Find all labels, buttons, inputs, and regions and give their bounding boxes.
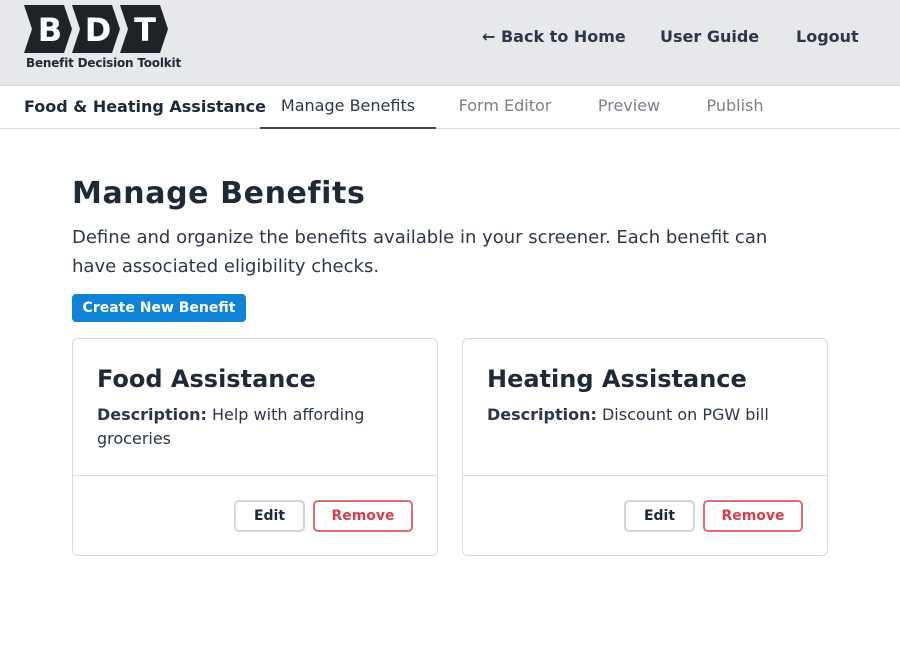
benefit-card: Food Assistance Description: Help with a… bbox=[72, 338, 438, 556]
logout-link[interactable]: Logout bbox=[796, 27, 859, 49]
card-divider bbox=[73, 475, 437, 476]
project-title: Food & Heating Assistance bbox=[24, 97, 267, 116]
tab-form-editor[interactable]: Form Editor bbox=[445, 86, 565, 129]
logo-letter-t: T bbox=[134, 11, 156, 49]
user-guide-link[interactable]: User Guide bbox=[660, 27, 759, 49]
benefit-card: Heating Assistance Description: Discount… bbox=[462, 338, 828, 556]
remove-benefit-button[interactable]: Remove bbox=[313, 500, 413, 532]
back-to-home-link[interactable]: ← Back to Home bbox=[482, 27, 626, 49]
bdt-logo[interactable]: B D T Benefit Decision Toolkit bbox=[24, 5, 181, 75]
tab-manage-benefits[interactable]: Manage Benefits bbox=[260, 86, 436, 129]
tab-preview[interactable]: Preview bbox=[583, 86, 675, 129]
logo-tagline: Benefit Decision Toolkit bbox=[26, 56, 181, 70]
edit-benefit-button[interactable]: Edit bbox=[234, 500, 305, 532]
logo-mark: B D T bbox=[24, 5, 168, 53]
card-divider bbox=[463, 475, 827, 476]
benefit-name: Food Assistance bbox=[97, 365, 316, 393]
project-tabbar: Food & Heating Assistance Manage Benefit… bbox=[0, 86, 900, 129]
benefit-description-label: Description: bbox=[487, 405, 597, 424]
benefit-description-label: Description: bbox=[97, 405, 207, 424]
remove-benefit-button[interactable]: Remove bbox=[703, 500, 803, 532]
logo-letter-b: B bbox=[38, 11, 62, 49]
benefit-description: Description: Discount on PGW bill bbox=[487, 403, 787, 427]
app-header: B D T Benefit Decision Toolkit ← Back to… bbox=[0, 0, 900, 86]
benefit-description: Description: Help with affording groceri… bbox=[97, 403, 397, 451]
page-title: Manage Benefits bbox=[72, 176, 366, 211]
edit-benefit-button[interactable]: Edit bbox=[624, 500, 695, 532]
logo-letter-d: D bbox=[85, 11, 112, 49]
page-description: Define and organize the benefits availab… bbox=[72, 227, 768, 277]
tab-publish[interactable]: Publish bbox=[690, 86, 780, 129]
benefit-name: Heating Assistance bbox=[487, 365, 747, 393]
create-new-benefit-button[interactable]: Create New Benefit bbox=[72, 294, 246, 322]
benefit-description-text: Discount on PGW bill bbox=[601, 405, 769, 424]
